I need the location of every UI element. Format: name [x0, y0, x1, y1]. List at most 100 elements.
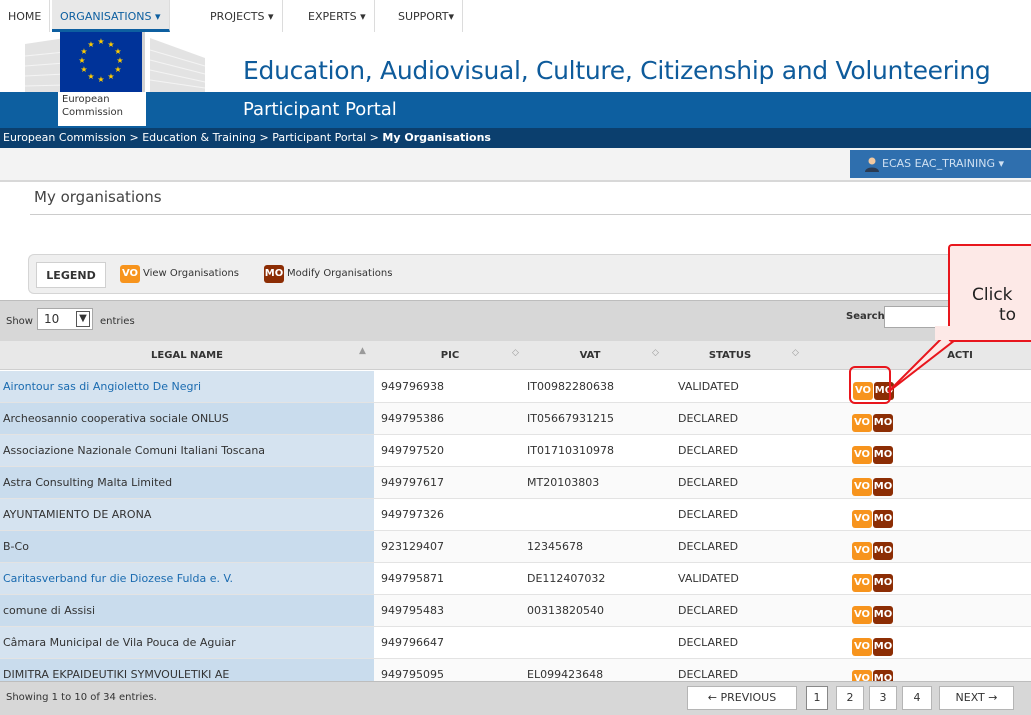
- entries-label: entries: [100, 316, 135, 327]
- page-2-button[interactable]: 2: [836, 686, 864, 710]
- view-organisation-button[interactable]: VO: [852, 542, 872, 560]
- modify-organisation-button[interactable]: MO: [873, 510, 893, 528]
- view-organisation-button[interactable]: VO: [852, 510, 872, 528]
- view-organisation-button[interactable]: VO: [852, 446, 872, 464]
- pic-value: 949796647: [381, 636, 444, 649]
- legend-mo-text: Modify Organisations: [287, 268, 393, 279]
- view-organisation-button[interactable]: VO: [852, 414, 872, 432]
- view-organisation-button[interactable]: VO: [852, 606, 872, 624]
- breadcrumb-item[interactable]: European Commission: [3, 131, 126, 144]
- row-actions: VO MO: [852, 442, 894, 464]
- pic-value: 949797326: [381, 508, 444, 521]
- pic-value: 949797520: [381, 444, 444, 457]
- page-title: My organisations: [34, 188, 162, 206]
- chevron-down-icon[interactable]: ▼: [76, 311, 90, 327]
- col-status[interactable]: STATUS: [680, 341, 780, 370]
- next-button[interactable]: NEXT →: [939, 686, 1014, 710]
- legal-name-cell: [0, 531, 374, 562]
- legal-name: DIMITRA EKPAIDEUTIKI SYMVOULETIKI AE: [3, 668, 230, 681]
- sort-asc-icon[interactable]: ▲: [359, 346, 366, 356]
- pic-value: 923129407: [381, 540, 444, 553]
- status-value: VALIDATED: [678, 380, 739, 393]
- svg-text:★: ★: [80, 65, 87, 74]
- portal-bar: [0, 92, 1031, 128]
- status-value: DECLARED: [678, 412, 739, 425]
- page-size-value: 10: [44, 312, 60, 326]
- ec-label-line1: European: [62, 94, 110, 105]
- pic-value: 949795483: [381, 604, 444, 617]
- legal-name[interactable]: Caritasverband fur die Diozese Fulda e. …: [3, 572, 233, 586]
- vat-value: 12345678: [527, 540, 583, 553]
- breadcrumb-current: My Organisations: [382, 131, 491, 144]
- page-3-button[interactable]: 3: [869, 686, 897, 710]
- modify-organisation-button[interactable]: MO: [873, 638, 893, 656]
- legend-label: LEGEND: [36, 262, 106, 288]
- row-actions: VO MO: [852, 602, 894, 624]
- status-value: DECLARED: [678, 476, 739, 489]
- page-4-button[interactable]: 4: [902, 686, 932, 710]
- svg-text:★: ★: [97, 37, 104, 46]
- showing-info: Showing 1 to 10 of 34 entries.: [6, 692, 157, 703]
- vat-value: 00313820540: [527, 604, 604, 617]
- vat-value: IT00982280638: [527, 380, 614, 393]
- ec-label: European Commission: [58, 92, 146, 126]
- svg-text:★: ★: [107, 72, 114, 81]
- svg-text:★: ★: [116, 56, 123, 65]
- legal-name: Câmara Municipal de Vila Pouca de Aguiar: [3, 636, 236, 649]
- nav-home[interactable]: HOME: [0, 0, 51, 32]
- legal-name[interactable]: Airontour sas di Angioletto De Negri: [3, 380, 201, 394]
- page-1-button[interactable]: 1: [806, 686, 828, 710]
- modify-organisation-button[interactable]: MO: [873, 478, 893, 496]
- col-pic[interactable]: PIC: [400, 341, 500, 370]
- svg-text:★: ★: [114, 65, 121, 74]
- row-actions: VO MO: [852, 474, 894, 496]
- col-legal-name[interactable]: LEGAL NAME: [0, 341, 374, 370]
- highlight-mo-box: [849, 366, 891, 404]
- view-organisation-button[interactable]: VO: [852, 574, 872, 592]
- callout-text-line1: Click: [972, 285, 1013, 305]
- vat-value: IT01710310978: [527, 444, 614, 457]
- nav-support[interactable]: SUPPORT▾: [390, 0, 464, 32]
- modify-organisation-button[interactable]: MO: [873, 574, 893, 592]
- page-size-select[interactable]: 10 ▼: [37, 308, 93, 330]
- col-vat[interactable]: VAT: [540, 341, 640, 370]
- nav-experts[interactable]: EXPERTS ▾: [300, 0, 375, 32]
- view-organisation-button[interactable]: VO: [852, 638, 872, 656]
- legal-name: Associazione Nazionale Comuni Italiani T…: [3, 444, 266, 457]
- svg-text:★: ★: [78, 56, 85, 65]
- legal-name: Archeosannio cooperativa sociale ONLUS: [3, 412, 229, 425]
- pic-value: 949796938: [381, 380, 444, 393]
- status-value: DECLARED: [678, 444, 739, 457]
- legend-vo-badge: VO: [120, 265, 140, 283]
- row-actions: VO MO: [852, 410, 894, 432]
- dg-title: Education, Audiovisual, Culture, Citizen…: [243, 56, 991, 85]
- row-actions: VO MO: [852, 506, 894, 528]
- modify-organisation-button[interactable]: MO: [873, 606, 893, 624]
- view-organisation-button[interactable]: VO: [852, 478, 872, 496]
- callout-joint: [935, 326, 955, 340]
- pic-value: 949795386: [381, 412, 444, 425]
- modify-organisation-button[interactable]: MO: [873, 542, 893, 560]
- legal-name: AYUNTAMIENTO DE ARONA: [3, 508, 152, 521]
- breadcrumb: European Commission > Education & Traini…: [0, 128, 1031, 148]
- previous-button[interactable]: ← PREVIOUS: [687, 686, 797, 710]
- legal-name: B-Co: [3, 540, 29, 553]
- pic-value: 949795095: [381, 668, 444, 681]
- legend-vo-text: View Organisations: [143, 268, 240, 279]
- modify-organisation-button[interactable]: MO: [873, 446, 893, 464]
- svg-text:★: ★: [87, 40, 94, 49]
- row-actions: VO MO: [852, 538, 894, 560]
- nav-organisations[interactable]: ORGANISATIONS ▾: [52, 0, 170, 32]
- row-actions: VO MO: [852, 570, 894, 592]
- sort-icon[interactable]: ◇: [652, 348, 659, 358]
- breadcrumb-item[interactable]: Participant Portal: [272, 131, 366, 144]
- sort-icon[interactable]: ◇: [792, 348, 799, 358]
- breadcrumb-item[interactable]: Education & Training: [142, 131, 256, 144]
- legal-name: comune di Assisi: [3, 604, 96, 617]
- modify-organisation-button[interactable]: MO: [873, 414, 893, 432]
- nav-projects[interactable]: PROJECTS ▾: [202, 0, 283, 32]
- status-value: DECLARED: [678, 604, 739, 617]
- sort-icon[interactable]: ◇: [512, 348, 519, 358]
- svg-text:★: ★: [87, 72, 94, 81]
- legal-name: Astra Consulting Malta Limited: [3, 476, 173, 489]
